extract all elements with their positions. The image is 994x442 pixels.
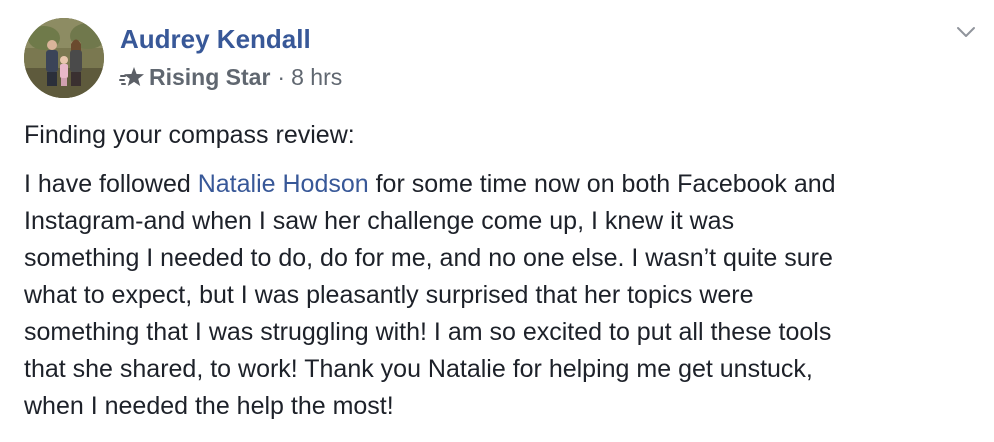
body-line-4: what to expect, but I was pleasantly sur… [24, 281, 754, 309]
post-body: I have followed Natalie Hodson for some … [24, 166, 986, 425]
body-line-2: Instagram-and when I saw her challenge c… [24, 207, 735, 235]
body-line-1-rest: for some time now on both Facebook and [368, 170, 836, 198]
body-line-5: something that I was struggling with! I … [24, 318, 832, 346]
body-line-6: that she shared, to work! Thank you Nata… [24, 355, 813, 383]
body-line-1: I have followed Natalie Hodson for some … [24, 166, 986, 203]
chevron-down-icon[interactable] [956, 24, 976, 40]
post-title-line: Finding your compass review: [24, 121, 355, 149]
facebook-post: Audrey Kendall Rising Star · 8 hrs Findi… [0, 0, 994, 442]
body-intro: I have followed [24, 170, 198, 198]
body-line-7: when I needed the help the most! [24, 392, 394, 420]
badge-label[interactable]: Rising Star [149, 64, 270, 91]
post-meta: Rising Star · 8 hrs [119, 64, 342, 91]
post-timestamp[interactable]: 8 hrs [291, 64, 342, 91]
mention-link[interactable]: Natalie Hodson [198, 170, 369, 198]
author-name-link[interactable]: Audrey Kendall [120, 24, 311, 55]
rising-star-icon [119, 64, 146, 91]
body-line-3: something I needed to do, do for me, and… [24, 244, 833, 272]
author-avatar[interactable] [24, 18, 104, 98]
family-photo-image [24, 18, 104, 98]
meta-separator: · [277, 64, 286, 90]
